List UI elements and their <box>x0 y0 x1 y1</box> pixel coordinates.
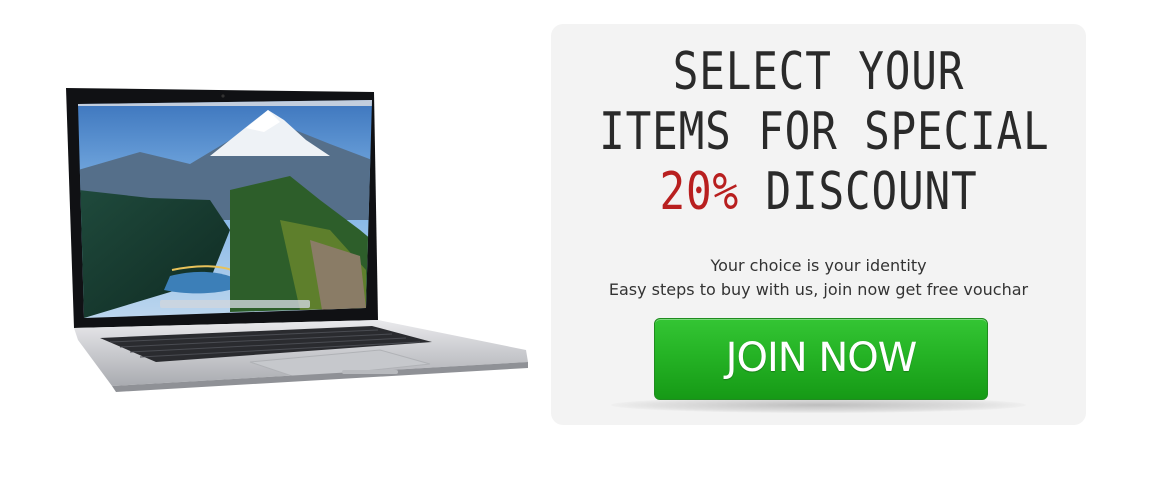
subtext-line-2: Easy steps to buy with us, join now get … <box>608 280 1029 299</box>
headline-line-3: DISCOUNT <box>739 162 978 222</box>
headline-line-1: SELECT YOUR <box>672 42 965 102</box>
promo-subtext: Your choice is your identity Easy steps … <box>551 254 1086 302</box>
discount-percent: 20% <box>659 162 740 222</box>
promo-headline: SELECT YOUR ITEMS FOR SPECIAL 20% DISCOU… <box>599 24 1049 222</box>
headline-line-2: ITEMS FOR SPECIAL <box>599 102 1050 162</box>
promo-card: SELECT YOUR ITEMS FOR SPECIAL 20% DISCOU… <box>551 24 1086 425</box>
join-now-button[interactable]: JOIN NOW <box>654 318 988 400</box>
subtext-line-1: Your choice is your identity <box>710 256 927 275</box>
laptop-image <box>60 80 530 400</box>
promo-banner: SELECT YOUR ITEMS FOR SPECIAL 20% DISCOU… <box>0 0 1170 480</box>
